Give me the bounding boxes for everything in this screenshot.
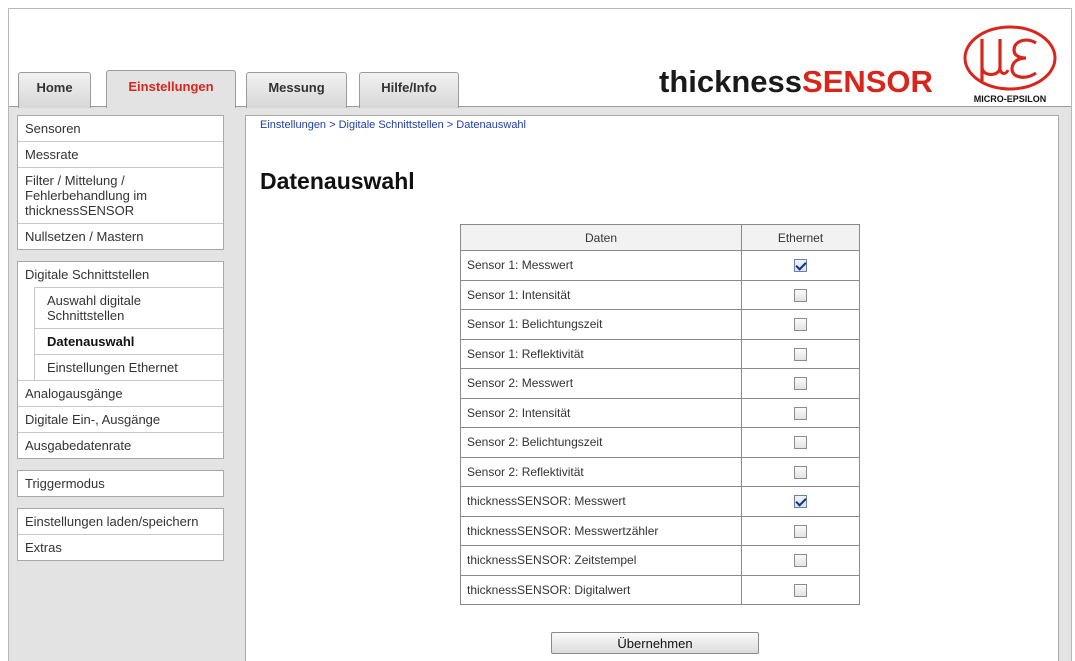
data-label: Sensor 2: Intensität xyxy=(460,397,742,428)
nav-group-sensor: Sensoren Messrate Filter / Mittelung / F… xyxy=(17,115,224,250)
brand-part-1: thickness xyxy=(659,64,803,99)
table-row: Sensor 2: Reflektivität xyxy=(460,456,860,487)
brand-part-2: SENSOR xyxy=(802,64,933,99)
ethernet-checkbox[interactable] xyxy=(794,495,807,509)
tab-home[interactable]: Home xyxy=(18,72,91,108)
table-row: thicknessSENSOR: Messwertzähler xyxy=(460,515,860,546)
sidebar: Sensoren Messrate Filter / Mittelung / F… xyxy=(17,115,224,572)
table-row: thicknessSENSOR: Zeitstempel xyxy=(460,545,860,576)
ethernet-checkbox[interactable] xyxy=(794,554,807,568)
nav-group-trigger: Triggermodus xyxy=(17,470,224,497)
data-label: Sensor 1: Intensität xyxy=(460,279,742,310)
tab-einstellungen[interactable]: Einstellungen xyxy=(106,70,236,110)
sidebar-item-einstellungen-ethernet[interactable]: Einstellungen Ethernet xyxy=(34,354,223,380)
data-label: Sensor 2: Messwert xyxy=(460,368,742,399)
table-body: Sensor 1: Messwert Sensor 1: Intensität Se… xyxy=(460,250,860,605)
sidebar-item-filter[interactable]: Filter / Mittelung / Fehlerbehandlung im… xyxy=(18,167,223,223)
table-row: Sensor 1: Messwert xyxy=(460,250,860,281)
sidebar-item-digitale-ein-ausgaenge[interactable]: Digitale Ein-, Ausgänge xyxy=(18,406,223,432)
table-header-row: Daten Ethernet xyxy=(460,224,860,251)
header: Home Einstellungen Messung Hilfe/Info th… xyxy=(9,9,1071,110)
tab-messung[interactable]: Messung xyxy=(246,72,347,108)
ethernet-cell xyxy=(741,515,860,546)
data-label: thicknessSENSOR: Messwert xyxy=(460,486,742,517)
sidebar-item-laden-speichern[interactable]: Einstellungen laden/speichern xyxy=(18,509,223,534)
ethernet-cell xyxy=(741,309,860,340)
ethernet-cell xyxy=(741,397,860,428)
data-label: Sensor 1: Belichtungszeit xyxy=(460,309,742,340)
ethernet-checkbox[interactable] xyxy=(794,406,807,420)
ethernet-checkbox[interactable] xyxy=(794,318,807,332)
table-row: Sensor 2: Intensität xyxy=(460,397,860,428)
data-label: thicknessSENSOR: Zeitstempel xyxy=(460,545,742,576)
brand-title: thicknessSENSOR xyxy=(659,64,933,100)
sidebar-item-analogausgaenge[interactable]: Analogausgänge xyxy=(18,380,223,406)
tab-hilfe-info[interactable]: Hilfe/Info xyxy=(359,72,459,108)
nav-group-extras: Einstellungen laden/speichern Extras xyxy=(17,508,224,561)
ethernet-checkbox[interactable] xyxy=(794,436,807,450)
sidebar-item-triggermodus[interactable]: Triggermodus xyxy=(18,471,223,496)
sidebar-item-nullsetzen[interactable]: Nullsetzen / Mastern xyxy=(18,223,223,249)
sidebar-item-messrate[interactable]: Messrate xyxy=(18,141,223,167)
ethernet-checkbox[interactable] xyxy=(794,288,807,302)
ethernet-cell xyxy=(741,545,860,576)
data-label: Sensor 2: Belichtungszeit xyxy=(460,427,742,458)
content-panel: Einstellungen > Digitale Schnittstellen … xyxy=(245,115,1059,661)
sidebar-item-ausgabedatenrate[interactable]: Ausgabedatenrate xyxy=(18,432,223,458)
page-title: Datenauswahl xyxy=(260,168,415,194)
breadcrumb[interactable]: Einstellungen > Digitale Schnittstellen … xyxy=(260,119,526,131)
ethernet-cell xyxy=(741,338,860,369)
table-row: thicknessSENSOR: Digitalwert xyxy=(460,574,860,605)
app-frame: Home Einstellungen Messung Hilfe/Info th… xyxy=(8,8,1072,661)
sidebar-item-auswahl-schnittstellen[interactable]: Auswahl digitale Schnittstellen xyxy=(34,287,223,328)
sidebar-item-sensoren[interactable]: Sensoren xyxy=(18,116,223,141)
ethernet-cell xyxy=(741,279,860,310)
table-row: Sensor 1: Reflektivität xyxy=(460,338,860,369)
nav-group-interfaces: Digitale Schnittstellen Auswahl digitale… xyxy=(17,261,224,459)
data-selection-table: Daten Ethernet Sensor 1: Messwert Sensor … xyxy=(460,224,860,605)
ethernet-cell xyxy=(741,427,860,458)
data-label: Sensor 1: Messwert xyxy=(460,250,742,281)
ethernet-cell xyxy=(741,456,860,487)
table-row: thicknessSENSOR: Messwert xyxy=(460,486,860,517)
micro-epsilon-logo-icon xyxy=(963,25,1057,91)
ethernet-checkbox[interactable] xyxy=(794,347,807,361)
table-row: Sensor 1: Belichtungszeit xyxy=(460,309,860,340)
table-row: Sensor 2: Messwert xyxy=(460,368,860,399)
ethernet-checkbox[interactable] xyxy=(794,524,807,538)
column-header-ethernet: Ethernet xyxy=(741,224,860,251)
data-label: Sensor 2: Reflektivität xyxy=(460,456,742,487)
ethernet-checkbox[interactable] xyxy=(794,465,807,479)
data-label: thicknessSENSOR: Messwertzähler xyxy=(460,515,742,546)
logo-text: MICRO-EPSILON xyxy=(973,94,1047,104)
table-row: Sensor 2: Belichtungszeit xyxy=(460,427,860,458)
ethernet-checkbox[interactable] xyxy=(794,259,807,273)
apply-button[interactable]: Übernehmen xyxy=(551,632,759,654)
data-label: thicknessSENSOR: Digitalwert xyxy=(460,574,742,605)
ethernet-checkbox[interactable] xyxy=(794,583,807,597)
column-header-daten: Daten xyxy=(460,224,742,251)
data-label: Sensor 1: Reflektivität xyxy=(460,338,742,369)
ethernet-cell xyxy=(741,486,860,517)
ethernet-checkbox[interactable] xyxy=(794,377,807,391)
sidebar-item-digitale-schnittstellen[interactable]: Digitale Schnittstellen xyxy=(18,262,223,287)
ethernet-cell xyxy=(741,368,860,399)
sidebar-item-extras[interactable]: Extras xyxy=(18,534,223,560)
ethernet-cell xyxy=(741,574,860,605)
table-row: Sensor 1: Intensität xyxy=(460,279,860,310)
ethernet-cell xyxy=(741,250,860,281)
sidebar-item-datenauswahl[interactable]: Datenauswahl xyxy=(34,328,223,354)
